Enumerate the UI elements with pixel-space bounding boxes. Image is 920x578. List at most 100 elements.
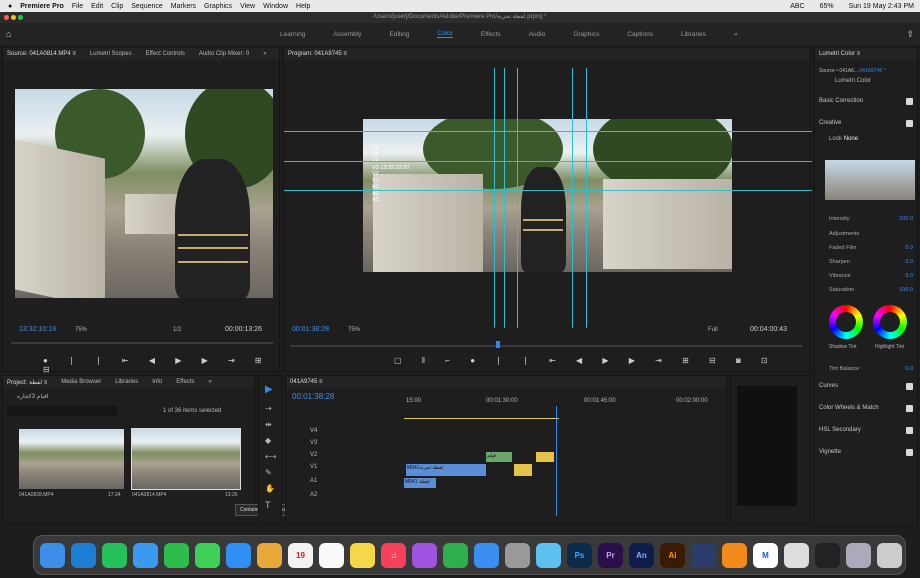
workspace-learning[interactable]: Learning bbox=[280, 31, 305, 38]
slider-intensity[interactable]: Intensity 100.0 bbox=[829, 216, 913, 222]
tab-lumetri-color[interactable]: Lumetri Color ≡ bbox=[819, 51, 860, 57]
highlight-tint-wheel[interactable] bbox=[873, 305, 907, 339]
razor-icon[interactable]: ◆ bbox=[265, 436, 271, 445]
search-input[interactable] bbox=[7, 406, 117, 416]
guide-line-h2[interactable] bbox=[284, 161, 812, 162]
workspace-captions[interactable]: Captions bbox=[627, 31, 653, 38]
keynote-icon[interactable] bbox=[474, 542, 499, 568]
calendar-icon[interactable]: 19 bbox=[288, 542, 313, 568]
workspace-editing[interactable]: Editing bbox=[390, 31, 410, 38]
close-window-button[interactable] bbox=[4, 15, 9, 20]
program-transport-controls[interactable]: ▢ ‖ ⌐ ● ❘ ❘ ⇤ ◀ ▶ ▶ ⇥ ⊞ ⊟ ◙ ⊡ bbox=[394, 356, 777, 365]
timeline-clip-2[interactable] bbox=[536, 452, 554, 462]
illustrator-icon[interactable]: Ai bbox=[660, 542, 685, 568]
menu-help[interactable]: Help bbox=[296, 3, 310, 10]
track-a1[interactable]: A1 bbox=[310, 478, 317, 484]
hand-icon[interactable]: ✋ bbox=[265, 484, 275, 493]
facetime-icon[interactable] bbox=[164, 542, 189, 568]
work-area-bar[interactable] bbox=[404, 418, 559, 419]
program-timecode[interactable]: 00:01:38:28 bbox=[292, 326, 329, 333]
slider-saturation[interactable]: Saturation 100.0 bbox=[829, 287, 913, 293]
music-icon[interactable]: ♫ bbox=[381, 542, 406, 568]
workspace-color[interactable]: Color bbox=[437, 30, 453, 38]
photoshop-icon[interactable]: Ps bbox=[567, 542, 592, 568]
minimize-window-button[interactable] bbox=[11, 15, 16, 20]
tab-info[interactable]: Info bbox=[152, 379, 162, 385]
terminal-icon[interactable] bbox=[815, 542, 840, 568]
notes-icon[interactable] bbox=[350, 542, 375, 568]
tab-project[interactable]: Project: لقطة ≡ bbox=[7, 379, 47, 386]
source-zoom[interactable]: 75% bbox=[75, 327, 87, 333]
workspace-libraries[interactable]: Libraries bbox=[681, 31, 706, 38]
track-a2[interactable]: A2 bbox=[310, 492, 317, 498]
section-vignette[interactable]: Vignette bbox=[819, 445, 913, 459]
finder-icon[interactable] bbox=[40, 542, 65, 568]
track-v2[interactable]: V2 bbox=[310, 452, 317, 458]
timeline-clip-4[interactable] bbox=[514, 464, 532, 476]
timeline-audio-clip[interactable]: M941 لقطة bbox=[404, 478, 436, 488]
numbers-icon[interactable] bbox=[443, 542, 468, 568]
lumetri-source[interactable]: Source • 041A8... bbox=[819, 68, 858, 74]
timeline-timecode[interactable]: 00:01:38:28 bbox=[292, 392, 334, 401]
program-zoom[interactable]: 75% bbox=[348, 327, 360, 333]
messages-icon[interactable] bbox=[195, 542, 220, 568]
lumetri-preset[interactable]: Lumetri Color bbox=[835, 78, 871, 84]
menu-clip[interactable]: Clip bbox=[111, 3, 123, 10]
program-playhead[interactable] bbox=[496, 341, 500, 348]
guide-line-h3[interactable] bbox=[284, 190, 812, 191]
slider-tint-balance[interactable]: Tint Balance 0.0 bbox=[829, 366, 913, 372]
slip-icon[interactable]: ⟷ bbox=[265, 452, 276, 461]
look-preview[interactable] bbox=[825, 160, 915, 200]
track-v3[interactable]: V3 bbox=[310, 440, 317, 446]
apple-logo[interactable]: ● bbox=[8, 3, 12, 10]
menu-view[interactable]: View bbox=[240, 3, 255, 10]
slider-faded-film[interactable]: Faded Film 0.0 bbox=[829, 245, 913, 251]
source-transport-controls[interactable]: ● ❘ ❘ ⇤ ◀ ▶ ▶ ⇥ ⊞ ⊟ bbox=[43, 356, 279, 374]
guide-line-v1[interactable] bbox=[494, 68, 495, 328]
tab-source[interactable]: Source: 041A0814.MP4 ≡ bbox=[7, 51, 76, 57]
menu-sequence[interactable]: Sequence bbox=[131, 3, 163, 10]
tabs-more[interactable]: » bbox=[263, 51, 266, 57]
photos-icon[interactable] bbox=[257, 542, 282, 568]
podcasts-icon[interactable] bbox=[412, 542, 437, 568]
workspace-audio[interactable]: Audio bbox=[529, 31, 546, 38]
zoom-window-button[interactable] bbox=[18, 15, 23, 20]
tab-program[interactable]: Program: 041A9745 ≡ bbox=[288, 51, 347, 57]
source-timecode[interactable]: 13:32:10:19 bbox=[19, 326, 56, 333]
adjustments-toggle[interactable]: Adjustments bbox=[829, 231, 913, 237]
section-basic-correction[interactable]: Basic Correction bbox=[819, 94, 913, 108]
input-source[interactable]: ABC bbox=[790, 3, 804, 10]
track-select-icon[interactable]: ⇢ bbox=[265, 404, 272, 413]
section-color-wheels[interactable]: Color Wheels & Match bbox=[819, 401, 913, 415]
program-scrubber[interactable] bbox=[290, 345, 802, 347]
menu-edit[interactable]: Edit bbox=[91, 3, 103, 10]
app-name-menu[interactable]: Premiere Pro bbox=[20, 3, 64, 10]
app-store-icon[interactable] bbox=[226, 542, 251, 568]
ripple-edit-icon[interactable]: ⇹ bbox=[265, 420, 272, 429]
safari-icon[interactable] bbox=[71, 542, 96, 568]
share-icon[interactable]: ⇪ bbox=[906, 29, 914, 40]
tab-effect-controls[interactable]: Effect Controls bbox=[146, 51, 185, 57]
chrome-icon[interactable] bbox=[505, 542, 530, 568]
source-scrubber[interactable] bbox=[11, 342, 273, 344]
tab-libraries[interactable]: Libraries bbox=[115, 379, 138, 385]
selection-tool-icon[interactable]: ▶ bbox=[265, 384, 273, 395]
track-v4[interactable]: V4 bbox=[310, 428, 317, 434]
guide-line-v3[interactable] bbox=[517, 68, 518, 328]
guide-line-v5[interactable] bbox=[586, 68, 587, 328]
battery-percent[interactable]: 65% bbox=[820, 3, 834, 10]
project-thumb-2[interactable] bbox=[131, 428, 241, 490]
google-icon[interactable] bbox=[784, 542, 809, 568]
guide-line-v4[interactable] bbox=[572, 68, 573, 328]
tab-effects[interactable]: Effects bbox=[176, 379, 194, 385]
item-name-2[interactable]: 041A0814.MP4 bbox=[132, 492, 166, 498]
guide-line-h1[interactable] bbox=[284, 131, 812, 132]
program-quality[interactable]: Full bbox=[708, 327, 718, 333]
davinci-icon[interactable] bbox=[691, 542, 716, 568]
guide-line-v2[interactable] bbox=[504, 68, 505, 328]
reminders-icon[interactable] bbox=[319, 542, 344, 568]
slides-icon[interactable] bbox=[722, 542, 747, 568]
workspace-assembly[interactable]: Assembly bbox=[333, 31, 361, 38]
tab-audio-clip-mixer[interactable]: Audio Clip Mixer: 0 bbox=[199, 51, 249, 57]
animate-icon[interactable]: An bbox=[629, 542, 654, 568]
